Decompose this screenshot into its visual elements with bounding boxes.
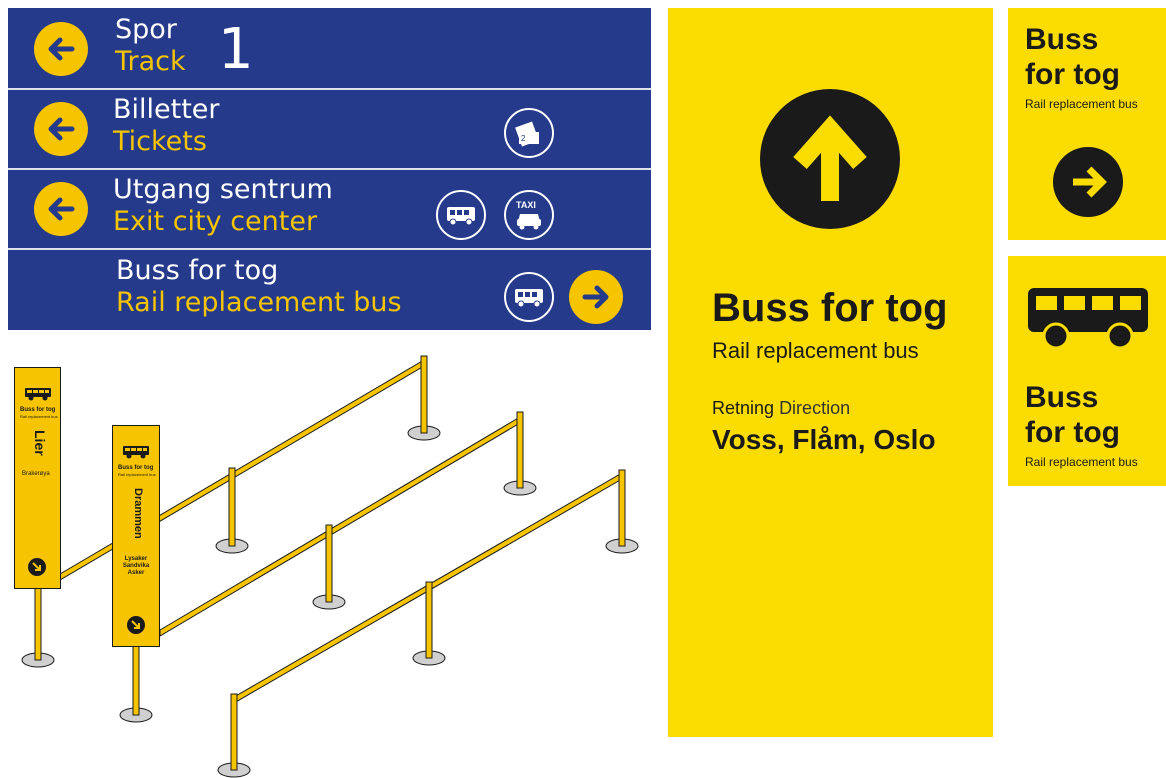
stanchion-post bbox=[21, 587, 55, 668]
bus-icon bbox=[436, 190, 486, 240]
ticket-number: 2 bbox=[521, 134, 526, 143]
totem-destination: Lier bbox=[32, 430, 48, 456]
bus-label-no: Buss for tog bbox=[116, 255, 279, 286]
bus-label-en: Rail replacement bus bbox=[116, 287, 402, 318]
arrow-left-icon bbox=[34, 102, 88, 156]
totem-label: Buss for tog bbox=[118, 465, 154, 471]
small-yellow-panel-top: Buss for tog Rail replacement bus bbox=[1008, 8, 1166, 240]
row-track: Spor Track 1 bbox=[8, 8, 651, 88]
arrow-down-right-icon bbox=[127, 616, 145, 634]
exit-label-no: Utgang sentrum bbox=[113, 174, 333, 205]
arrow-down-right-icon bbox=[28, 558, 46, 576]
direction-label-no: Retning bbox=[712, 398, 775, 418]
row-exit: Utgang sentrum Exit city center TAXI bbox=[8, 170, 651, 248]
arrow-left-icon bbox=[34, 182, 88, 236]
taxi-label: TAXI bbox=[516, 200, 536, 210]
bus-icon bbox=[25, 388, 51, 401]
small-title-1: Buss bbox=[1025, 381, 1099, 414]
stop-name: Asker bbox=[127, 570, 145, 576]
small-subtitle: Rail replacement bus bbox=[1025, 97, 1138, 111]
arrow-right-icon bbox=[569, 270, 623, 324]
totem-label: Buss for tog bbox=[20, 407, 56, 413]
blue-wayfinding-board: Spor Track 1 Billetter Tickets 2 Utgang … bbox=[8, 8, 651, 330]
bus-icon bbox=[1028, 284, 1148, 354]
big-yellow-panel: Buss for tog Rail replacement bus Retnin… bbox=[668, 8, 993, 737]
small-title-2: for tog bbox=[1025, 58, 1120, 91]
tickets-label-no: Billetter bbox=[113, 94, 220, 125]
totem-drammen: Buss for tog Rail replacement bus Dramme… bbox=[112, 425, 160, 647]
direction-label-en: Direction bbox=[779, 398, 851, 418]
arrow-left-icon bbox=[34, 22, 88, 76]
panel-subtitle: Rail replacement bus bbox=[712, 338, 919, 363]
small-title-1: Buss bbox=[1025, 23, 1099, 56]
track-number: 1 bbox=[218, 17, 254, 82]
totem-stops: Brakerøya bbox=[22, 471, 50, 477]
ticket-icon: 2 bbox=[504, 108, 554, 158]
bus-icon bbox=[504, 272, 554, 322]
arrow-up-icon bbox=[760, 89, 900, 229]
stop-name: Sandvika bbox=[122, 563, 150, 569]
totem-lier: Buss for tog Rail replacement bus Lier B… bbox=[14, 367, 61, 589]
destinations: Voss, Flåm, Oslo bbox=[712, 424, 936, 455]
totem-destination: Drammen bbox=[132, 488, 144, 539]
totem-sublabel: Rail replacement bus bbox=[118, 472, 156, 477]
exit-label-en: Exit city center bbox=[113, 206, 318, 237]
queue-barrier-illustration bbox=[21, 355, 639, 778]
direction-label: Retning Direction bbox=[712, 398, 850, 419]
small-subtitle: Rail replacement bus bbox=[1025, 455, 1138, 469]
stop-name: Lysaker bbox=[124, 556, 148, 562]
stanchion-post bbox=[119, 644, 153, 723]
taxi-icon: TAXI bbox=[504, 190, 554, 240]
stanchion-post bbox=[217, 693, 251, 778]
totem-stops: Lysaker Sandvika Asker bbox=[113, 556, 159, 577]
tickets-label-en: Tickets bbox=[113, 126, 207, 157]
totem-sublabel: Rail replacement bus bbox=[20, 414, 58, 419]
panel-title: Buss for tog bbox=[712, 286, 948, 330]
bus-icon bbox=[123, 446, 149, 459]
track-label-en: Track bbox=[115, 46, 186, 77]
small-title-2: for tog bbox=[1025, 416, 1120, 449]
small-yellow-panel-bottom: Buss for tog Rail replacement bus bbox=[1008, 256, 1166, 486]
track-label-no: Spor bbox=[115, 14, 177, 45]
arrow-right-icon bbox=[1053, 147, 1123, 217]
row-tickets: Billetter Tickets 2 bbox=[8, 90, 651, 168]
row-rail-replacement: Buss for tog Rail replacement bus bbox=[8, 250, 651, 330]
